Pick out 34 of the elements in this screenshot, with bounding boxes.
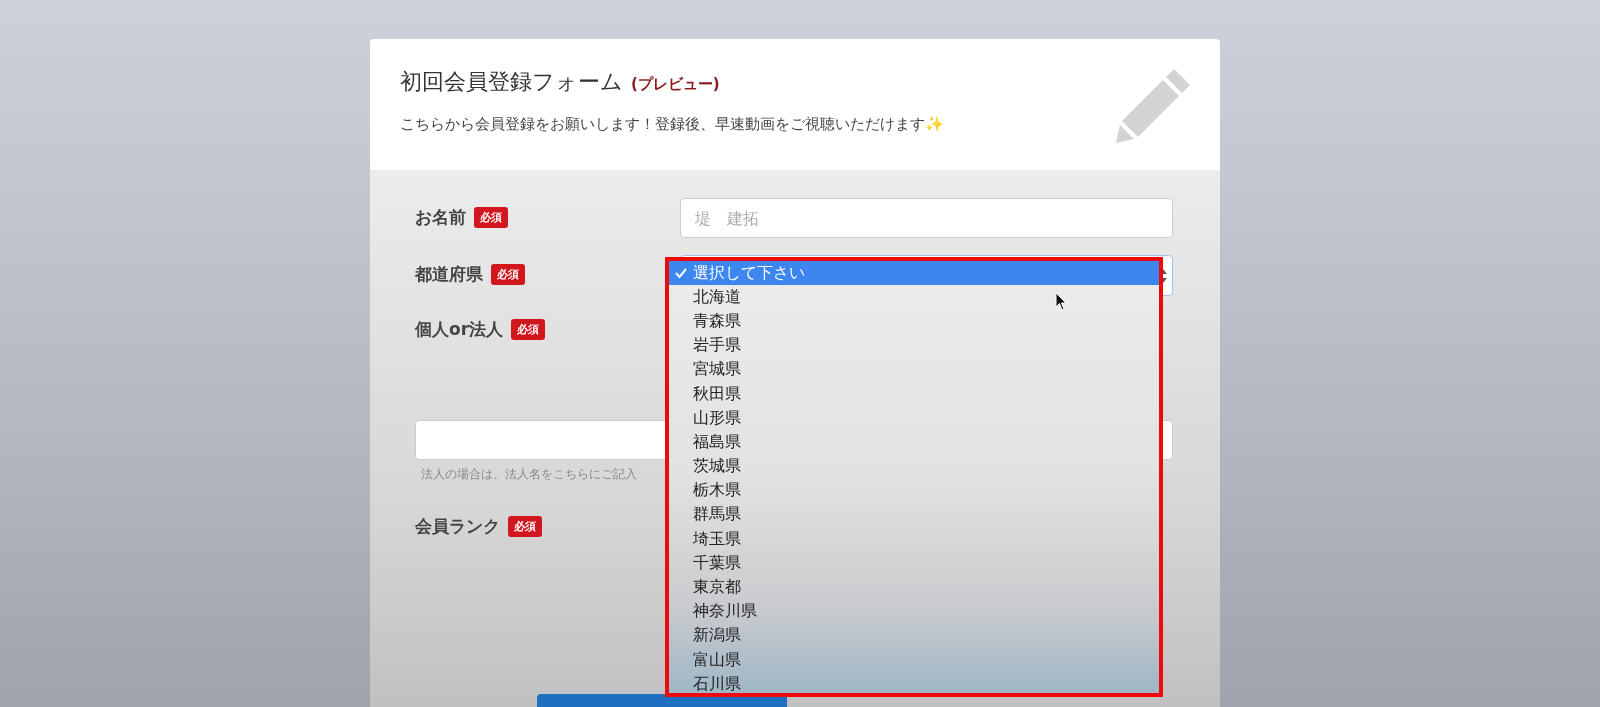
dropdown-option[interactable]: 山形県: [669, 406, 1159, 431]
dropdown-option[interactable]: 宮城県: [669, 357, 1159, 382]
required-badge: 必須: [491, 264, 525, 285]
pencil-icon: [1116, 67, 1192, 143]
dropdown-option[interactable]: 選択して下さい: [669, 261, 1159, 286]
dropdown-option[interactable]: 北海道: [669, 285, 1159, 310]
form-description: こちらから会員登録をお願いします！登録後、早速動画をご視聴いただけます✨: [400, 115, 945, 134]
dropdown-option[interactable]: 群馬県: [669, 502, 1159, 528]
required-badge: 必須: [511, 319, 546, 340]
field-label: 個人or法人: [415, 318, 504, 341]
dropdown-option[interactable]: 青森県: [669, 309, 1159, 334]
hint-text: 法人の場合は、法人名をこちらにご記入: [421, 466, 637, 483]
dropdown-option[interactable]: 栃木県: [669, 478, 1159, 503]
dropdown-option[interactable]: 岩手県: [669, 333, 1159, 358]
required-badge: 必須: [474, 207, 508, 228]
field-label: 会員ランク: [415, 515, 500, 538]
dropdown-option[interactable]: 千葉県: [669, 551, 1159, 576]
field-label: お名前: [415, 206, 466, 229]
form-title: 初回会員登録フォーム: [400, 68, 623, 96]
required-badge: 必須: [508, 516, 542, 537]
dropdown-option[interactable]: 福島県: [669, 430, 1159, 455]
check-icon: [675, 267, 687, 279]
name-input[interactable]: 堤 建拓: [680, 198, 1173, 238]
dropdown-option[interactable]: 秋田県: [669, 381, 1159, 407]
mouse-cursor-icon: [1055, 292, 1067, 311]
dropdown-option[interactable]: 埼玉県: [669, 527, 1159, 552]
preview-tag: (プレビュー): [631, 75, 720, 94]
dropdown-option[interactable]: 富山県: [669, 648, 1159, 673]
dropdown-option[interactable]: 石川県: [669, 672, 1159, 693]
dropdown-option[interactable]: 東京都: [669, 575, 1159, 600]
field-label: 都道府県: [415, 263, 483, 286]
dropdown-option[interactable]: 茨城県: [669, 454, 1159, 479]
dropdown-option[interactable]: 新潟県: [669, 623, 1159, 648]
dropdown-option[interactable]: 神奈川県: [669, 599, 1159, 624]
